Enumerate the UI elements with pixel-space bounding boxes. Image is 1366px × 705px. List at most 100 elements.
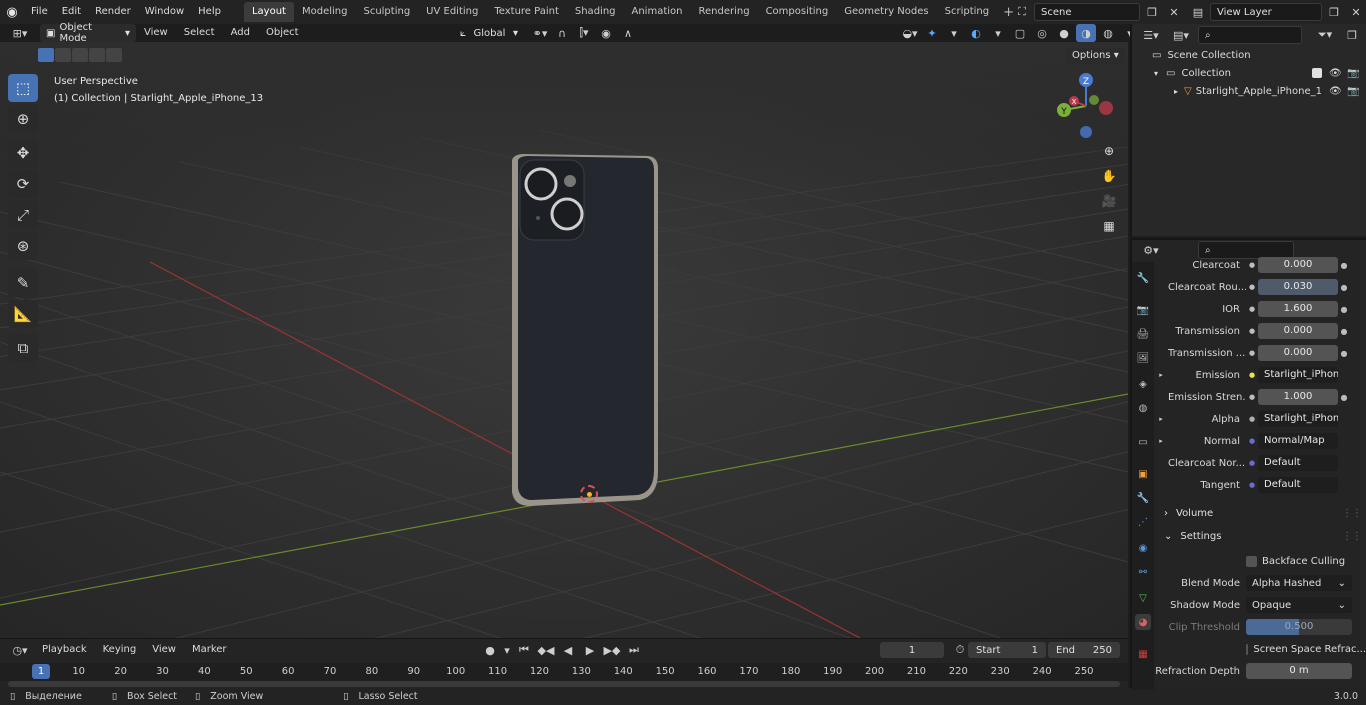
socket-dot-icon[interactable]: ● xyxy=(1246,259,1258,271)
linked-input-field[interactable]: Normal/Map xyxy=(1258,433,1338,449)
proportional-edit-icon[interactable]: ◉ xyxy=(596,24,616,42)
keyframe-dot-icon[interactable]: ● xyxy=(1338,327,1350,336)
timeline-menu-playback[interactable]: Playback xyxy=(34,641,95,659)
select-invert-icon[interactable] xyxy=(89,48,105,62)
start-frame-field[interactable]: Start 1 xyxy=(968,642,1046,658)
select-subtract-icon[interactable] xyxy=(72,48,88,62)
menu-render[interactable]: Render xyxy=(88,0,138,24)
xray-icon[interactable]: ▢ xyxy=(1010,24,1030,42)
eye-icon[interactable]: 👁 xyxy=(1329,86,1342,97)
checkbox-box[interactable] xyxy=(1246,643,1249,655)
new-scene-icon[interactable]: ❐ xyxy=(1142,3,1162,21)
annotate-tool-icon[interactable]: ✎ xyxy=(8,269,38,297)
outliner-editor-type-icon[interactable]: ☰▾ xyxy=(1138,26,1164,44)
jump-start-icon[interactable]: ⏮ xyxy=(514,641,534,659)
checkbox-box[interactable] xyxy=(1246,555,1257,567)
transform-orientation-dropdown[interactable]: ⟀ Global ▾ xyxy=(454,24,524,42)
physics-tab-icon[interactable]: ◉ xyxy=(1135,540,1151,556)
select-intersect-icon[interactable] xyxy=(106,48,122,62)
blend-mode-select[interactable]: Alpha Hashed ⌄ xyxy=(1246,575,1352,591)
number-field[interactable]: 0.000 xyxy=(1258,323,1338,339)
tab-shading[interactable]: Shading xyxy=(567,2,624,22)
menu-window[interactable]: Window xyxy=(138,0,191,24)
prev-keyframe-icon[interactable]: ◆◀ xyxy=(536,641,556,659)
socket-dot-icon[interactable]: ● xyxy=(1246,413,1258,425)
clip-threshold-slider[interactable]: 0.500 xyxy=(1246,619,1352,635)
viewport-menu-select[interactable]: Select xyxy=(176,24,223,42)
drag-handle-icon[interactable]: ⋮⋮ xyxy=(1342,508,1362,519)
delete-scene-icon[interactable]: ✕ xyxy=(1164,3,1184,21)
texture-tab-icon[interactable]: ▦ xyxy=(1135,646,1151,662)
expand-right-icon[interactable]: ▸ xyxy=(1174,87,1178,96)
scene-icon[interactable]: ⛶ xyxy=(1012,3,1032,21)
expand-right-icon[interactable]: ▸ xyxy=(1154,437,1168,445)
settings-section-header[interactable]: ⌄ Settings ⋮⋮ xyxy=(1164,526,1364,546)
end-frame-field[interactable]: End 250 xyxy=(1048,642,1120,658)
timeline-menu-keying[interactable]: Keying xyxy=(95,641,145,659)
new-collection-icon[interactable]: ❐ xyxy=(1342,26,1362,44)
gizmo-toggle-icon[interactable]: ✦ xyxy=(922,24,942,42)
outliner-row-object[interactable]: ▸ ▽ Starlight_Apple_iPhone_1 👁 📷 xyxy=(1132,82,1366,100)
keyframe-dot-icon[interactable]: ● xyxy=(1338,283,1350,292)
new-view-layer-icon[interactable]: ❐ xyxy=(1324,3,1344,21)
socket-dot-icon[interactable]: ● xyxy=(1246,391,1258,403)
number-field[interactable]: 1.000 xyxy=(1258,389,1338,405)
socket-dot-icon[interactable]: ● xyxy=(1246,435,1258,447)
snap-target-icon[interactable]: ⫿▾ xyxy=(574,24,594,42)
object-tab-icon[interactable]: ▣ xyxy=(1135,466,1151,482)
navigation-gizmo[interactable]: Z Y X xyxy=(1050,70,1122,142)
viewport-menu-object[interactable]: Object xyxy=(258,24,307,42)
view-layer-field[interactable]: View Layer xyxy=(1210,3,1322,21)
overlay-toggle-icon[interactable]: ◐ xyxy=(966,24,986,42)
outliner-search-input[interactable]: ⌕ xyxy=(1198,26,1302,44)
keyframe-dot-icon[interactable]: ● xyxy=(1338,305,1350,314)
pivot-point-icon[interactable]: ⚭▾ xyxy=(530,24,550,42)
stopwatch-icon[interactable]: ⏱ xyxy=(950,641,970,659)
viewport-menu-add[interactable]: Add xyxy=(223,24,258,42)
solid-shading-icon[interactable]: ● xyxy=(1054,24,1074,42)
world-tab-icon[interactable]: ◍ xyxy=(1135,400,1151,416)
wireframe-shading-icon[interactable]: ◎ xyxy=(1032,24,1052,42)
output-tab-icon[interactable]: 🖨 xyxy=(1135,326,1151,342)
scene-field[interactable]: Scene xyxy=(1034,3,1140,21)
socket-dot-icon[interactable]: ● xyxy=(1246,457,1258,469)
add-cube-tool-icon[interactable]: ⧉ xyxy=(8,334,38,362)
number-field[interactable]: 1.600 xyxy=(1258,301,1338,317)
delete-view-layer-icon[interactable]: ✕ xyxy=(1346,3,1366,21)
menu-edit[interactable]: Edit xyxy=(55,0,88,24)
tab-geometry-nodes[interactable]: Geometry Nodes xyxy=(836,2,936,22)
select-box-tool-icon[interactable]: ⬚ xyxy=(8,74,38,102)
timeline-menu-view[interactable]: View xyxy=(144,641,184,659)
view-layer-icon[interactable]: ▤ xyxy=(1188,3,1208,21)
ortho-grid-icon[interactable]: ▦ xyxy=(1098,215,1120,237)
eye-icon[interactable]: 👁 xyxy=(1329,68,1342,79)
socket-dot-icon[interactable]: ● xyxy=(1246,325,1258,337)
overlay-dropdown-icon[interactable]: ▾ xyxy=(988,24,1008,42)
viewport-menu-view[interactable]: View xyxy=(136,24,176,42)
timeline-scrollbar[interactable] xyxy=(8,681,1120,687)
collection-checkbox[interactable] xyxy=(1312,68,1322,78)
mode-dropdown[interactable]: ▣ Object Mode ▾ xyxy=(40,22,136,44)
move-tool-icon[interactable]: ✥ xyxy=(8,139,38,167)
play-reverse-icon[interactable]: ◀ xyxy=(558,641,578,659)
linked-input-field[interactable]: Starlight_iPhone_... xyxy=(1258,411,1338,427)
expand-right-icon[interactable]: ▸ xyxy=(1154,371,1168,379)
display-mode-icon[interactable]: ▤▾ xyxy=(1168,26,1194,44)
camera-icon[interactable]: 📷 xyxy=(1347,68,1359,79)
socket-dot-icon[interactable]: ● xyxy=(1246,303,1258,315)
tab-compositing[interactable]: Compositing xyxy=(758,2,837,22)
tab-scripting[interactable]: Scripting xyxy=(937,2,997,22)
socket-dot-icon[interactable]: ● xyxy=(1246,369,1258,381)
scene-tab-icon[interactable]: ◈ xyxy=(1135,376,1151,392)
select-new-icon[interactable] xyxy=(38,48,54,62)
shadow-mode-select[interactable]: Opaque ⌄ xyxy=(1246,597,1352,613)
particles-tab-icon[interactable]: ⋰ xyxy=(1135,514,1151,530)
linked-input-field[interactable]: Default xyxy=(1258,477,1338,493)
play-icon[interactable]: ▶ xyxy=(580,641,600,659)
material-tab-icon[interactable]: ◕ xyxy=(1135,614,1151,630)
record-dropdown-icon[interactable]: ▾ xyxy=(502,641,512,659)
blender-logo-icon[interactable]: ◉ xyxy=(0,0,24,24)
tab-uv-editing[interactable]: UV Editing xyxy=(418,2,486,22)
linked-input-field[interactable]: Default xyxy=(1258,455,1338,471)
outliner-row-scene-collection[interactable]: ▭ Scene Collection xyxy=(1132,46,1366,64)
